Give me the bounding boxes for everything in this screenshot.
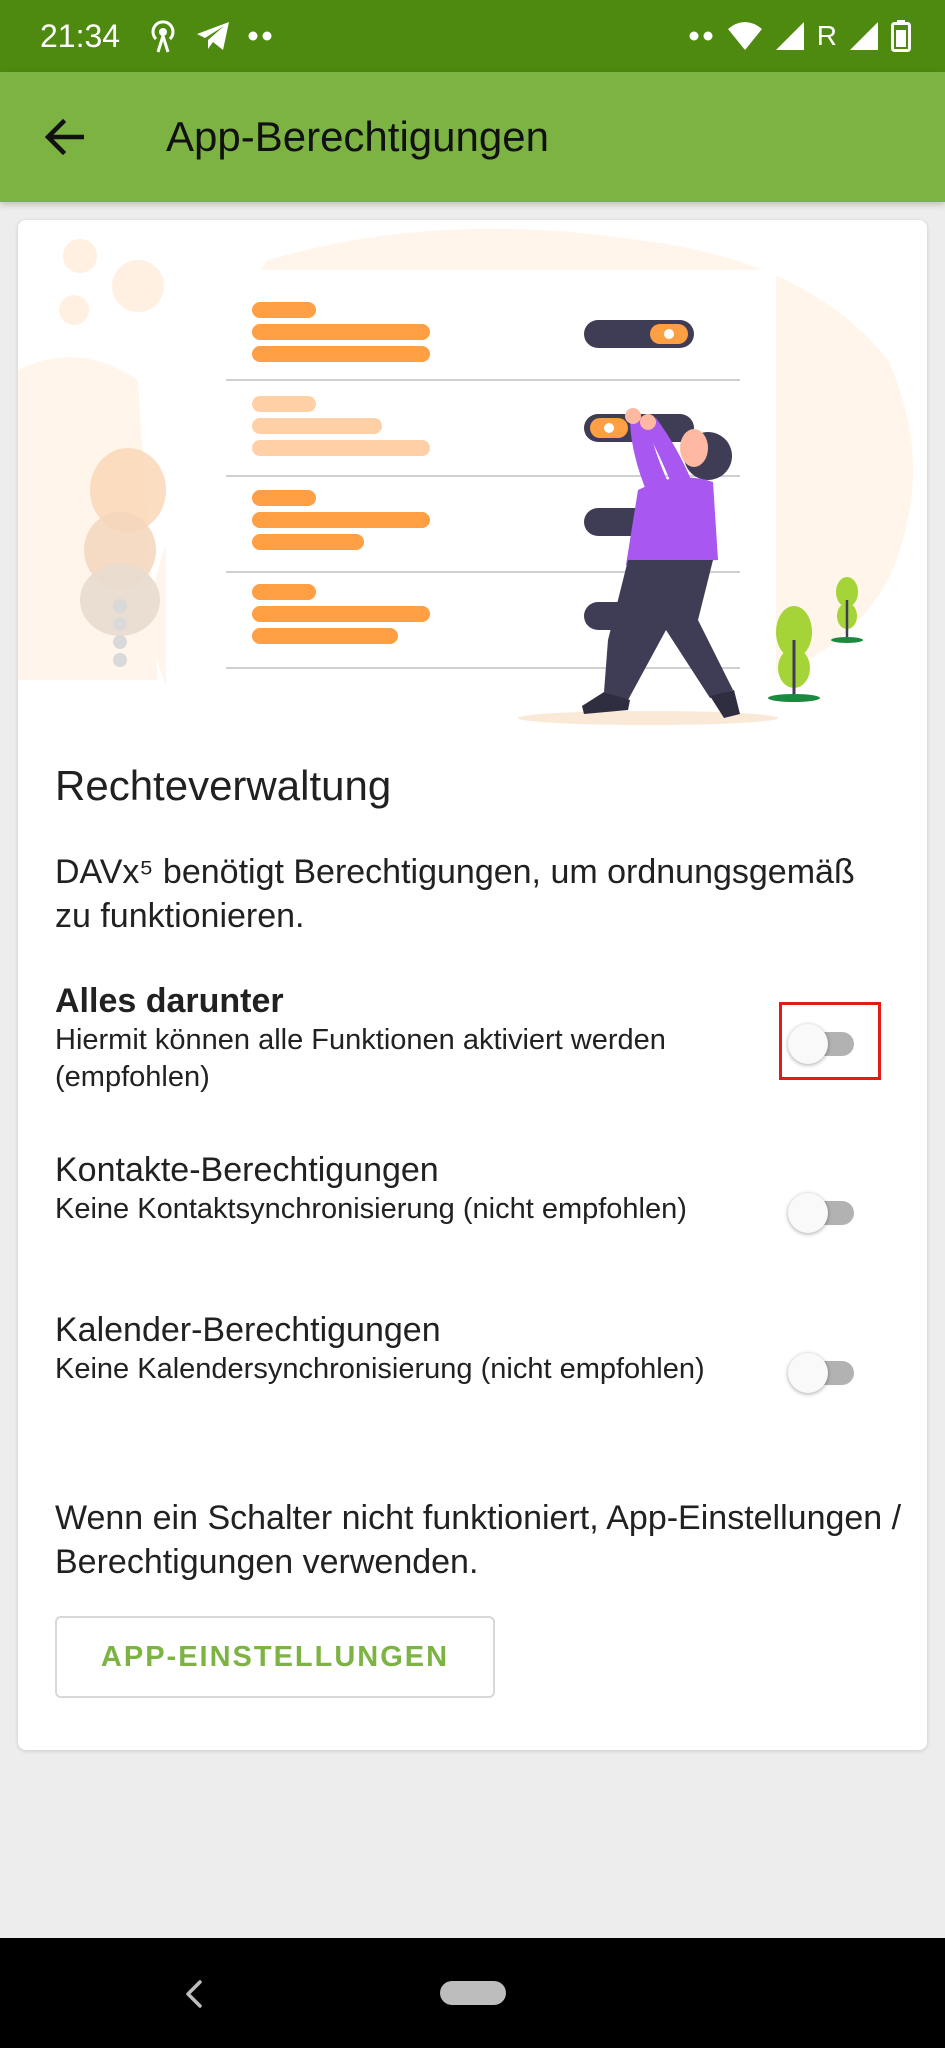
hint-text: Wenn ein Schalter nicht funktioniert, Ap… <box>55 1499 902 1581</box>
back-button[interactable] <box>32 105 96 169</box>
more-dots-icon <box>248 31 272 41</box>
intro-text: DAVx⁵ benötigt Berechtigungen, um ordnun… <box>55 853 855 935</box>
more-dots-icon <box>689 31 713 41</box>
battery-icon <box>891 20 911 52</box>
permission-description: Hiermit können alle Funktionen aktiviert… <box>55 1024 666 1093</box>
toggle-contacts-permission[interactable] <box>788 1189 854 1235</box>
signal-icon <box>850 22 878 50</box>
permissions-card: Rechteverwaltung DAVx⁵ benötigt Berechti… <box>18 220 927 1750</box>
arrow-back-icon <box>44 119 84 155</box>
permission-description: Keine Kontaktsynchronisierung (nicht emp… <box>55 1193 687 1225</box>
section-title: Rechteverwaltung <box>55 762 392 809</box>
status-left-icons <box>148 18 272 54</box>
toggle-thumb <box>788 1193 828 1233</box>
permission-description: Keine Kalendersynchronisierung (nicht em… <box>55 1353 705 1385</box>
permission-all: Alles darunter Hiermit können alle Funkt… <box>55 980 895 1096</box>
app-settings-button[interactable]: APP-EINSTELLUNGEN <box>55 1616 495 1698</box>
toggle-thumb <box>788 1353 828 1393</box>
wifi-icon <box>727 22 762 50</box>
permission-title: Kalender-Berechtigungen <box>55 1311 441 1349</box>
telegram-icon <box>197 22 229 50</box>
signal-icon <box>775 22 804 50</box>
highlight-box <box>779 1002 881 1080</box>
hotspot-icon <box>151 20 175 53</box>
network-type-label: R <box>816 20 837 51</box>
nav-back-icon[interactable] <box>176 1974 212 2014</box>
toggle-calendar-permission[interactable] <box>788 1349 854 1395</box>
permission-title: Kontakte-Berechtigungen <box>55 1151 439 1189</box>
navigation-bar <box>0 1938 945 2048</box>
nav-home-pill[interactable] <box>440 1981 506 2005</box>
status-right-icons: R <box>689 18 911 54</box>
status-time: 21:34 <box>40 18 121 54</box>
permission-calendar: Kalender-Berechtigungen Keine Kalendersy… <box>55 1309 895 1388</box>
permissions-illustration <box>18 228 913 725</box>
permission-title: Alles darunter <box>55 982 284 1020</box>
app-bar: App-Berechtigungen <box>0 72 945 202</box>
status-bar: 21:34 R <box>0 0 945 72</box>
page-title: App-Berechtigungen <box>166 113 549 160</box>
permission-contacts: Kontakte-Berechtigungen Keine Kontaktsyn… <box>55 1149 895 1228</box>
